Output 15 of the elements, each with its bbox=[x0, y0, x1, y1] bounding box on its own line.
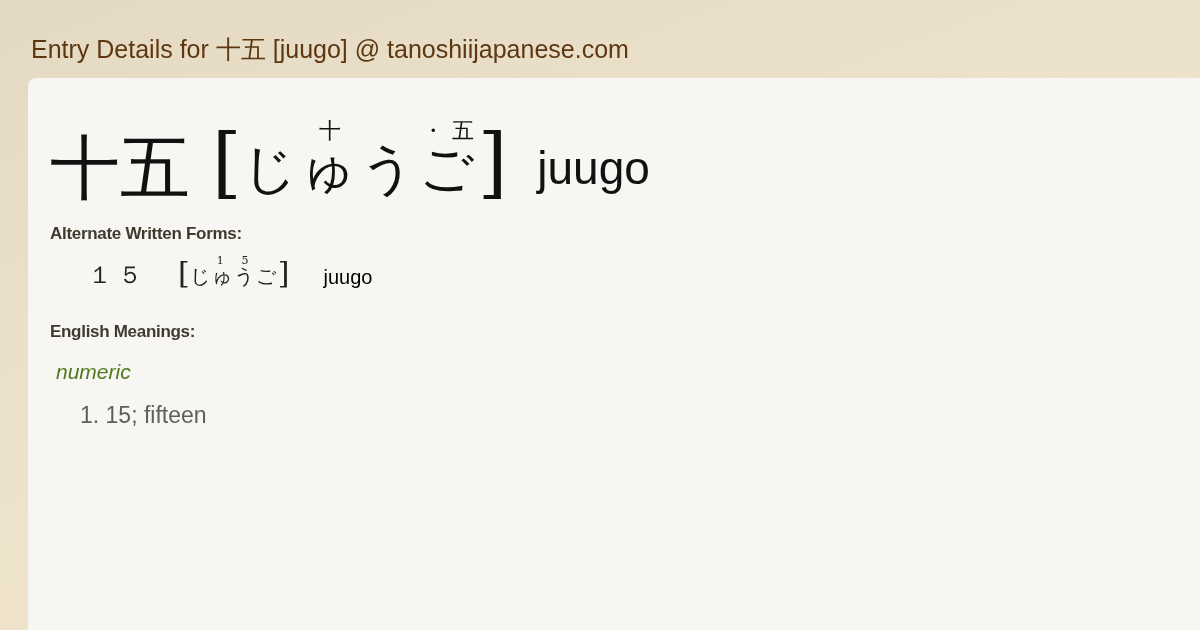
entry-word: 十五 bbox=[50, 128, 190, 208]
romaji: juugo bbox=[537, 141, 650, 196]
section-heading: English Meanings: bbox=[50, 322, 197, 342]
entry-reading: じゅう 十 ご ・五 bbox=[241, 120, 478, 202]
alternate-word: １５ bbox=[88, 260, 148, 291]
part-of-speech: numeric bbox=[56, 360, 131, 384]
bracket: ] bbox=[477, 118, 508, 208]
bracket: ] bbox=[277, 254, 290, 292]
romaji: juugo bbox=[323, 265, 373, 290]
bracket: [ bbox=[212, 118, 242, 208]
meaning-text: 1. 15; fifteen bbox=[80, 402, 207, 429]
bracket: [ bbox=[178, 254, 190, 292]
page-title: Entry Details for 十五 [juugo] @ tanoshiijapanese.com bbox=[30, 34, 629, 65]
section-heading: Alternate Written Forms: bbox=[50, 224, 243, 244]
alternate-reading: じ ゅう 1 5 ご bbox=[189, 255, 278, 290]
